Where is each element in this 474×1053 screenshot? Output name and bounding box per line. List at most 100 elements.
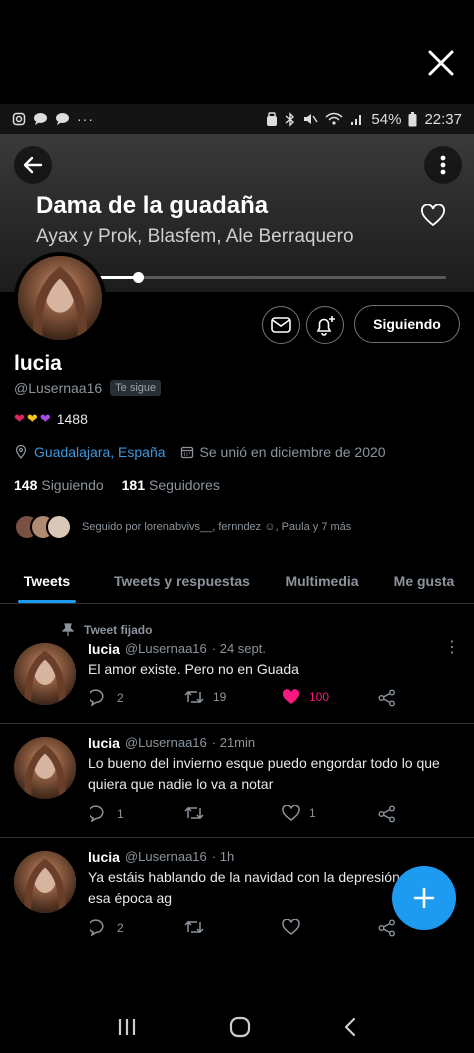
system-icons: 54% 22:37 bbox=[266, 111, 462, 128]
following-button[interactable]: Siguiendo bbox=[354, 305, 460, 343]
tweet-header: lucia @Lusernaa16 · 24 sept. bbox=[88, 641, 266, 657]
tweet-avatar[interactable] bbox=[14, 737, 76, 799]
follows-you-badge: Te sigue bbox=[110, 380, 162, 396]
tweet-actions: 2 19 100 bbox=[88, 689, 408, 711]
song-progress-knob[interactable] bbox=[133, 272, 145, 283]
tweet-author-name[interactable]: lucia bbox=[88, 641, 120, 657]
like-icon bbox=[282, 689, 300, 704]
tweet-text: Lo bueno del invierno esque puedo engord… bbox=[88, 755, 440, 792]
home-icon[interactable] bbox=[229, 1016, 251, 1038]
calendar-icon bbox=[180, 446, 193, 459]
followers-stat[interactable]: 181 Seguidores bbox=[122, 477, 220, 493]
tweet-header: lucia @Lusernaa16 · 21min bbox=[88, 735, 255, 751]
instagram-icon bbox=[12, 112, 26, 126]
notification-icons: ··· bbox=[12, 111, 94, 127]
profile-stats: 148 Siguiendo 181 Seguidores bbox=[14, 477, 220, 493]
following-stat[interactable]: 148 Siguiendo bbox=[14, 477, 104, 493]
tweet-author-name[interactable]: lucia bbox=[88, 735, 120, 751]
heart-outline-icon[interactable] bbox=[420, 203, 446, 233]
like-button[interactable]: 1 bbox=[282, 805, 316, 821]
retweet-button[interactable] bbox=[184, 919, 204, 935]
tweet-author-handle: @Lusernaa16 bbox=[124, 735, 207, 750]
reply-button[interactable]: 2 bbox=[90, 689, 124, 706]
tweet-avatar[interactable] bbox=[14, 643, 76, 705]
bluetooth-icon bbox=[285, 111, 295, 127]
message-button[interactable] bbox=[262, 306, 300, 344]
like-icon bbox=[282, 919, 300, 935]
like-icon bbox=[282, 805, 300, 821]
follower-avatar bbox=[46, 514, 72, 540]
back-button[interactable] bbox=[14, 146, 52, 184]
alarm-icon bbox=[267, 111, 278, 126]
share-icon bbox=[378, 689, 395, 707]
like-button[interactable]: 100 bbox=[282, 689, 329, 705]
retweet-count: 19 bbox=[213, 690, 227, 704]
share-button[interactable] bbox=[378, 919, 396, 937]
location-icon bbox=[15, 445, 27, 459]
share-icon bbox=[378, 805, 395, 823]
reply-count: 2 bbox=[117, 690, 124, 705]
nav-back-icon[interactable] bbox=[342, 1016, 358, 1038]
notifications-button[interactable] bbox=[306, 306, 344, 344]
tweet-avatar[interactable] bbox=[14, 851, 76, 913]
more-notifications-icon: ··· bbox=[77, 111, 94, 127]
tweet-author-handle: @Lusernaa16 bbox=[124, 849, 207, 864]
song-progress-bar[interactable] bbox=[92, 272, 446, 283]
android-nav-bar bbox=[0, 1000, 474, 1053]
tweet-author-name[interactable]: lucia bbox=[88, 849, 120, 865]
more-vertical-icon bbox=[440, 155, 446, 175]
tab-tweets-replies[interactable]: Tweets y respuestas bbox=[94, 558, 270, 603]
wifi-icon bbox=[325, 112, 343, 125]
tweet-timestamp: · 24 sept. bbox=[211, 641, 266, 656]
profile-location[interactable]: Guadalajara, España bbox=[34, 444, 166, 460]
followed-by-row[interactable]: Seguido por lorenabvivs__, fernndez ☺, P… bbox=[14, 514, 351, 540]
profile-avatar[interactable] bbox=[14, 252, 106, 344]
tweet-item[interactable]: Tweet fijado lucia @Lusernaa16 · 24 sept… bbox=[0, 605, 474, 724]
mute-icon bbox=[304, 114, 319, 124]
signal-icon bbox=[351, 115, 362, 125]
mail-icon bbox=[271, 317, 291, 333]
clock: 22:37 bbox=[424, 110, 462, 128]
compose-button[interactable] bbox=[392, 866, 456, 930]
profile-joined: Se unió en diciembre de 2020 bbox=[199, 444, 386, 460]
share-button[interactable] bbox=[378, 805, 396, 823]
chat-icon bbox=[56, 113, 69, 125]
retweet-icon bbox=[184, 806, 204, 820]
more-options-button[interactable] bbox=[424, 146, 462, 184]
pinned-label-text: Tweet fijado bbox=[84, 623, 153, 637]
retweet-icon bbox=[184, 920, 204, 934]
retweet-button[interactable] bbox=[184, 805, 213, 821]
tweet-timestamp: · 1h bbox=[211, 849, 235, 864]
recent-apps-icon[interactable] bbox=[116, 1017, 138, 1037]
follower-avatars bbox=[14, 514, 72, 540]
profile-tabs: Tweets Tweets y respuestas Multimedia Me… bbox=[0, 558, 474, 604]
tweet-actions: 2 bbox=[88, 919, 408, 941]
tweet-item[interactable]: lucia @Lusernaa16 · 21min Lo bueno del i… bbox=[0, 725, 474, 838]
tweet-more-icon[interactable]: ⋮ bbox=[444, 637, 460, 657]
compose-plus-icon bbox=[413, 887, 435, 909]
status-bar: ··· 54% 22:37 bbox=[0, 104, 474, 134]
tab-media[interactable]: Multimedia bbox=[270, 558, 374, 603]
reply-icon bbox=[90, 919, 104, 936]
retweet-button[interactable]: 19 bbox=[184, 689, 226, 705]
close-icon[interactable] bbox=[418, 40, 464, 86]
pin-icon bbox=[62, 623, 74, 636]
red-heart-emoji: ❤ bbox=[14, 411, 25, 426]
tweet-actions: 1 1 bbox=[88, 805, 408, 827]
reply-button[interactable]: 2 bbox=[90, 919, 124, 936]
followed-by-text: Seguido por lorenabvivs__, fernndez ☺, P… bbox=[82, 521, 352, 533]
like-button[interactable] bbox=[282, 919, 300, 935]
share-button[interactable] bbox=[378, 689, 396, 707]
reply-count: 2 bbox=[117, 920, 124, 935]
back-arrow-icon bbox=[23, 156, 43, 174]
profile-name: lucia bbox=[14, 352, 62, 375]
reply-count: 1 bbox=[117, 806, 124, 821]
song-title: Dama de la guadaña bbox=[36, 192, 269, 219]
reply-button[interactable]: 1 bbox=[90, 805, 124, 822]
profile-meta: Guadalajara, España Se unió en diciembre… bbox=[14, 444, 386, 460]
tab-likes[interactable]: Me gusta bbox=[374, 558, 474, 603]
like-count: 100 bbox=[309, 690, 330, 704]
like-count: 1 bbox=[309, 806, 316, 820]
battery-percent: 54% bbox=[371, 110, 402, 128]
tab-tweets[interactable]: Tweets bbox=[0, 558, 94, 603]
